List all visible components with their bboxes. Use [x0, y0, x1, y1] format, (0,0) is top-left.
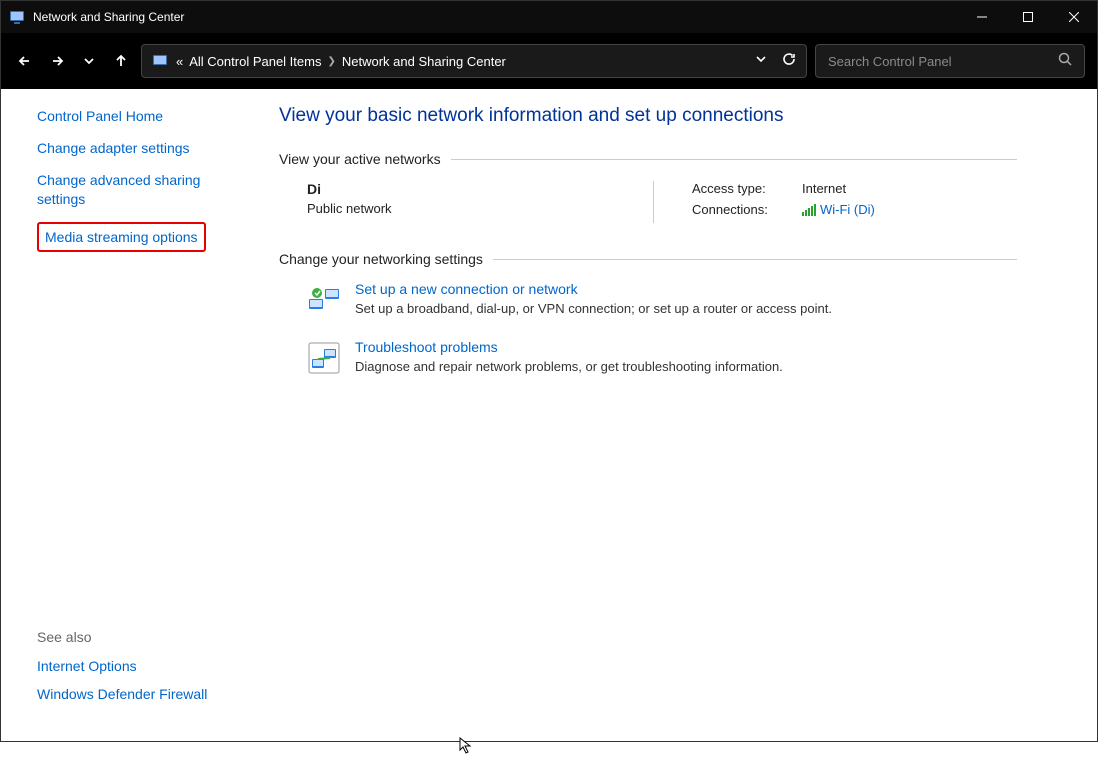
breadcrumb-item[interactable]: Network and Sharing Center: [342, 54, 506, 69]
address-dropdown-icon[interactable]: [754, 52, 768, 71]
app-icon: [9, 9, 25, 25]
see-also-defender-firewall[interactable]: Windows Defender Firewall: [37, 685, 233, 703]
network-setup-icon: [307, 283, 341, 317]
access-type-value: Internet: [802, 181, 846, 196]
troubleshoot-icon: [307, 341, 341, 375]
content-area: Control Panel Home Change adapter settin…: [1, 89, 1097, 741]
titlebar: Network and Sharing Center: [1, 1, 1097, 33]
control-panel-window: Network and Sharing Center: [0, 0, 1098, 742]
window-title: Network and Sharing Center: [33, 10, 959, 24]
page-title: View your basic network information and …: [279, 105, 1017, 127]
breadcrumb-item[interactable]: All Control Panel Items: [189, 54, 321, 69]
sidebar: Control Panel Home Change adapter settin…: [1, 89, 251, 741]
active-networks-heading: View your active networks: [279, 151, 1017, 167]
main-panel: View your basic network information and …: [251, 89, 1097, 741]
search-icon[interactable]: [1058, 52, 1072, 71]
connections-label: Connections:: [692, 202, 782, 217]
troubleshoot-title[interactable]: Troubleshoot problems: [355, 339, 783, 355]
recent-dropdown[interactable]: [77, 49, 101, 73]
sidebar-link-advanced-sharing[interactable]: Change advanced sharing settings: [37, 171, 233, 207]
connection-link[interactable]: Wi-Fi (Di): [802, 202, 875, 217]
see-also-heading: See also: [37, 629, 233, 645]
divider: [451, 159, 1017, 160]
troubleshoot-desc: Diagnose and repair network problems, or…: [355, 359, 783, 374]
close-button[interactable]: [1051, 1, 1097, 33]
up-button[interactable]: [109, 49, 133, 73]
sidebar-link-adapter[interactable]: Change adapter settings: [37, 139, 233, 157]
see-also-internet-options[interactable]: Internet Options: [37, 657, 233, 675]
control-panel-icon: [152, 53, 168, 69]
chevron-right-icon: ❯: [327, 56, 335, 67]
sidebar-link-media-streaming[interactable]: Media streaming options: [37, 222, 206, 252]
breadcrumb: « All Control Panel Items ❯ Network and …: [176, 54, 746, 69]
setup-connection-title[interactable]: Set up a new connection or network: [355, 281, 832, 297]
toolbar-search[interactable]: [815, 44, 1085, 78]
troubleshoot-item[interactable]: Troubleshoot problems Diagnose and repai…: [307, 339, 1017, 375]
see-also-section: See also Internet Options Windows Defend…: [37, 629, 233, 723]
address-bar[interactable]: « All Control Panel Items ❯ Network and …: [141, 44, 807, 78]
sidebar-link-home[interactable]: Control Panel Home: [37, 107, 233, 125]
maximize-button[interactable]: [1005, 1, 1051, 33]
refresh-icon[interactable]: [782, 52, 796, 71]
search-input[interactable]: [828, 54, 1058, 69]
setup-connection-item[interactable]: Set up a new connection or network Set u…: [307, 281, 1017, 317]
network-name: Di: [307, 181, 607, 197]
forward-button[interactable]: [45, 49, 69, 73]
access-type-label: Access type:: [692, 181, 782, 196]
wifi-signal-icon: [802, 204, 816, 216]
divider: [493, 259, 1017, 260]
setup-connection-desc: Set up a broadband, dial-up, or VPN conn…: [355, 301, 832, 316]
minimize-button[interactable]: [959, 1, 1005, 33]
navigation-toolbar: « All Control Panel Items ❯ Network and …: [1, 33, 1097, 89]
back-button[interactable]: [13, 49, 37, 73]
breadcrumb-prefix: «: [176, 54, 183, 69]
divider: [653, 181, 654, 223]
active-network-row: Di Public network Access type: Internet …: [279, 181, 1017, 223]
network-category: Public network: [307, 201, 607, 216]
change-settings-heading: Change your networking settings: [279, 251, 1017, 267]
